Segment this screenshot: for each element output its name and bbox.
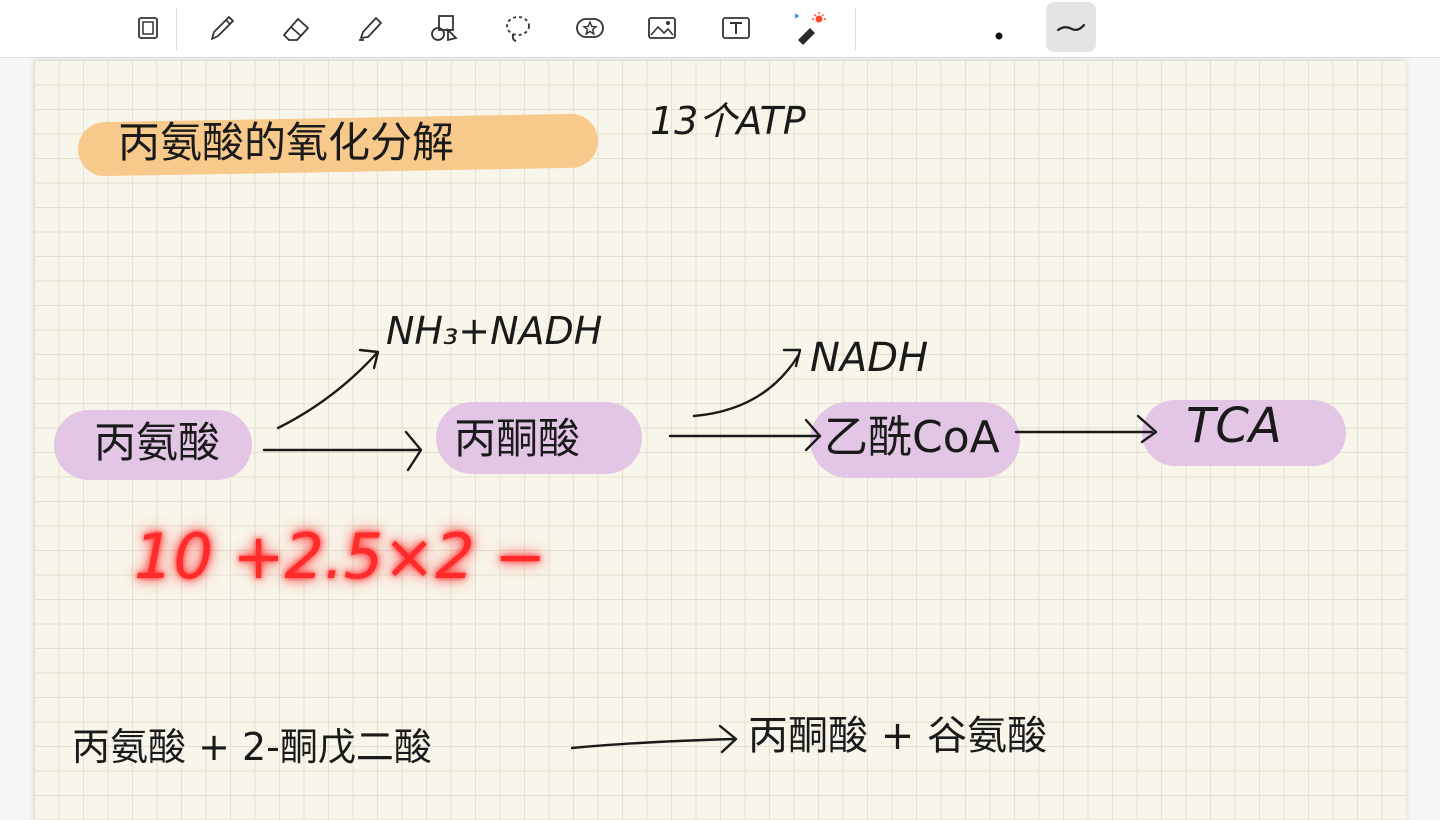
lasso-icon[interactable] [494, 6, 542, 50]
image-icon[interactable] [638, 6, 686, 50]
arrow-alanine-to-pyruvate [262, 430, 423, 472]
arrow-to-nh3-nadh [276, 348, 380, 430]
pen-icon[interactable] [198, 6, 246, 50]
calculation-text: 10 +2.5×2 − [134, 520, 547, 593]
text-icon[interactable] [712, 6, 760, 50]
transamination-left: 丙氨酸 + 2-酮戊二酸 [72, 725, 432, 769]
acetylcoa-label: 乙酰CoA [824, 412, 1000, 463]
note-page[interactable]: 丙氨酸的氧化分解 13个ATP 丙氨酸 NH₃+NADH 丙酮酸 NADH 乙酰… [34, 60, 1406, 820]
eraser-icon[interactable] [272, 6, 320, 50]
atp-text: 13个ATP [650, 99, 806, 143]
nadh-label: NADH [810, 335, 929, 381]
shapes-icon[interactable] [420, 6, 468, 50]
tca-label: TCA [1186, 398, 1282, 454]
transamination-right: 丙酮酸 + 谷氨酸 [748, 713, 1047, 759]
alanine-label: 丙氨酸 [94, 418, 221, 467]
arrow-to-nadh [692, 348, 802, 418]
highlighter-icon[interactable] [346, 6, 394, 50]
sticker-icon[interactable] [566, 6, 614, 50]
arrow-acetylcoa-to-tca [1014, 414, 1158, 444]
toolbar-divider [855, 8, 856, 50]
pen-size-dot-icon[interactable] [969, 6, 1017, 50]
toolbar [0, 0, 1440, 58]
toolbar-divider [176, 8, 177, 50]
arrow-pyruvate-to-acetylcoa [668, 418, 822, 452]
laser-pointer-icon[interactable] [786, 6, 834, 50]
stroke-style-icon[interactable] [1046, 2, 1096, 52]
pyruvate-label: 丙酮酸 [454, 414, 581, 463]
nh3-nadh-label: NH₃+NADH [386, 309, 603, 353]
page-layout-icon[interactable] [124, 6, 172, 50]
title-text: 丙氨酸的氧化分解 [118, 118, 455, 167]
arrow-transamination [570, 724, 738, 754]
